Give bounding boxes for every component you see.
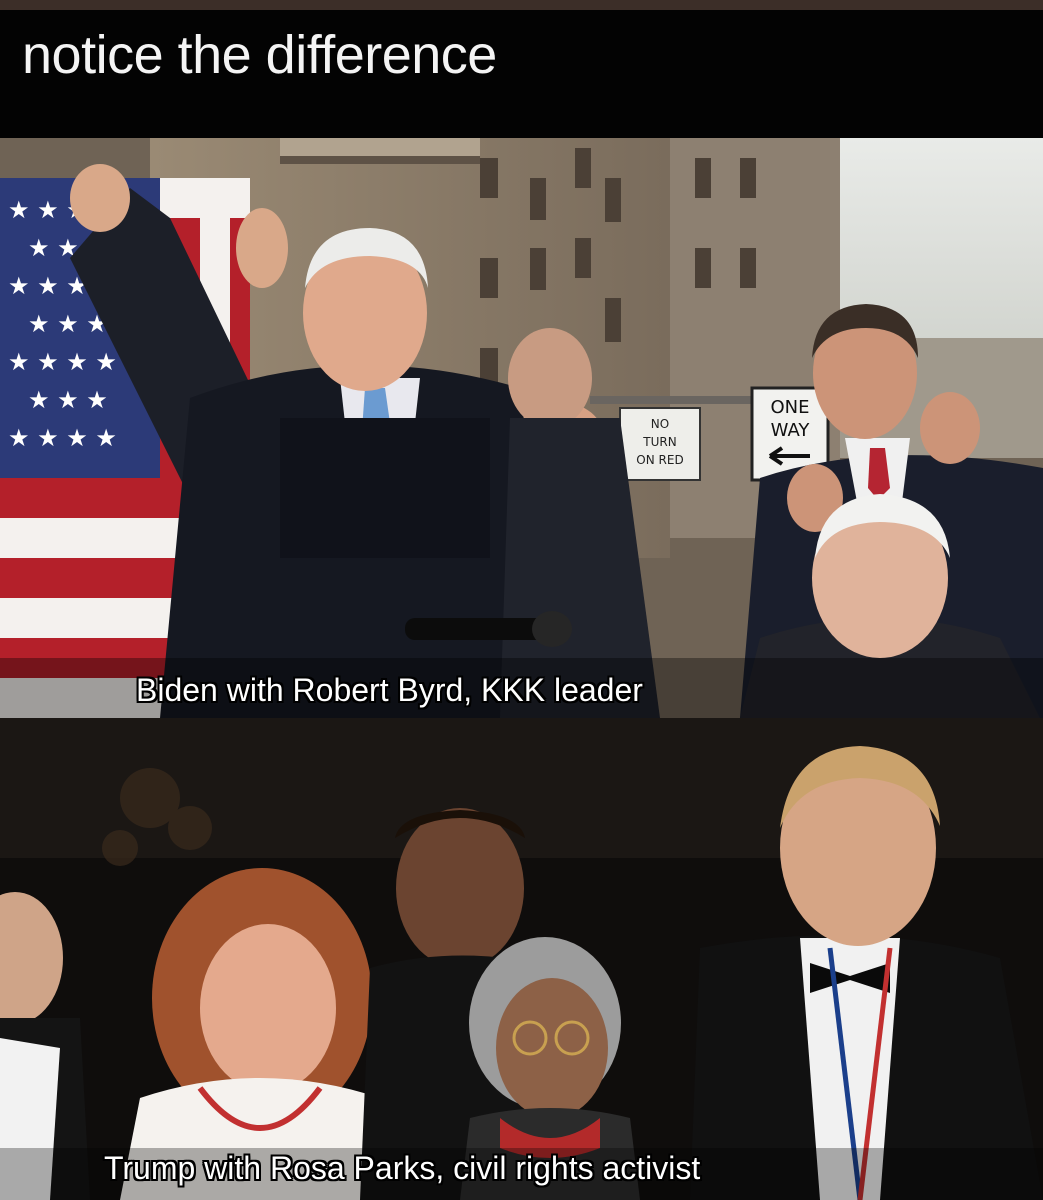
bottom-caption: Trump with Rosa Parks, civil rights acti… bbox=[104, 1150, 701, 1186]
svg-text:★ ★ ★ ★: ★ ★ ★ ★ bbox=[8, 348, 117, 376]
sign-line-3: ON RED bbox=[636, 453, 683, 467]
meme-title: notice the difference bbox=[22, 25, 497, 85]
bottom-photo-illustration bbox=[0, 718, 1043, 1200]
top-edge-strip bbox=[0, 0, 1043, 10]
no-turn-on-red-sign: NO TURN ON RED bbox=[619, 407, 701, 481]
sign-line-2: TURN bbox=[642, 435, 676, 449]
meme-header: notice the difference bbox=[0, 10, 1043, 138]
one-way-line-1: ONE bbox=[770, 397, 809, 418]
top-caption: Biden with Robert Byrd, KKK leader bbox=[136, 672, 643, 708]
top-photo: ★ ★ ★ ★ ★ ★ ★ ★ ★ ★ ★ ★ ★ ★ ★ ★ ★ ★ ★ ★ … bbox=[0, 138, 1043, 718]
svg-text:★ ★ ★: ★ ★ ★ bbox=[28, 386, 108, 414]
sign-line-1: NO bbox=[651, 417, 669, 431]
bottom-photo bbox=[0, 718, 1043, 1200]
top-photo-illustration: ★ ★ ★ ★ ★ ★ ★ ★ ★ ★ ★ ★ ★ ★ ★ ★ ★ ★ ★ ★ … bbox=[0, 138, 1043, 718]
meme-image: notice the difference ★ ★ ★ ★ ★ ★ ★ ★ ★ … bbox=[0, 0, 1043, 1200]
svg-text:★ ★ ★: ★ ★ ★ bbox=[28, 310, 108, 338]
svg-text:★ ★ ★ ★: ★ ★ ★ ★ bbox=[8, 424, 117, 452]
one-way-line-2: WAY bbox=[771, 420, 811, 441]
